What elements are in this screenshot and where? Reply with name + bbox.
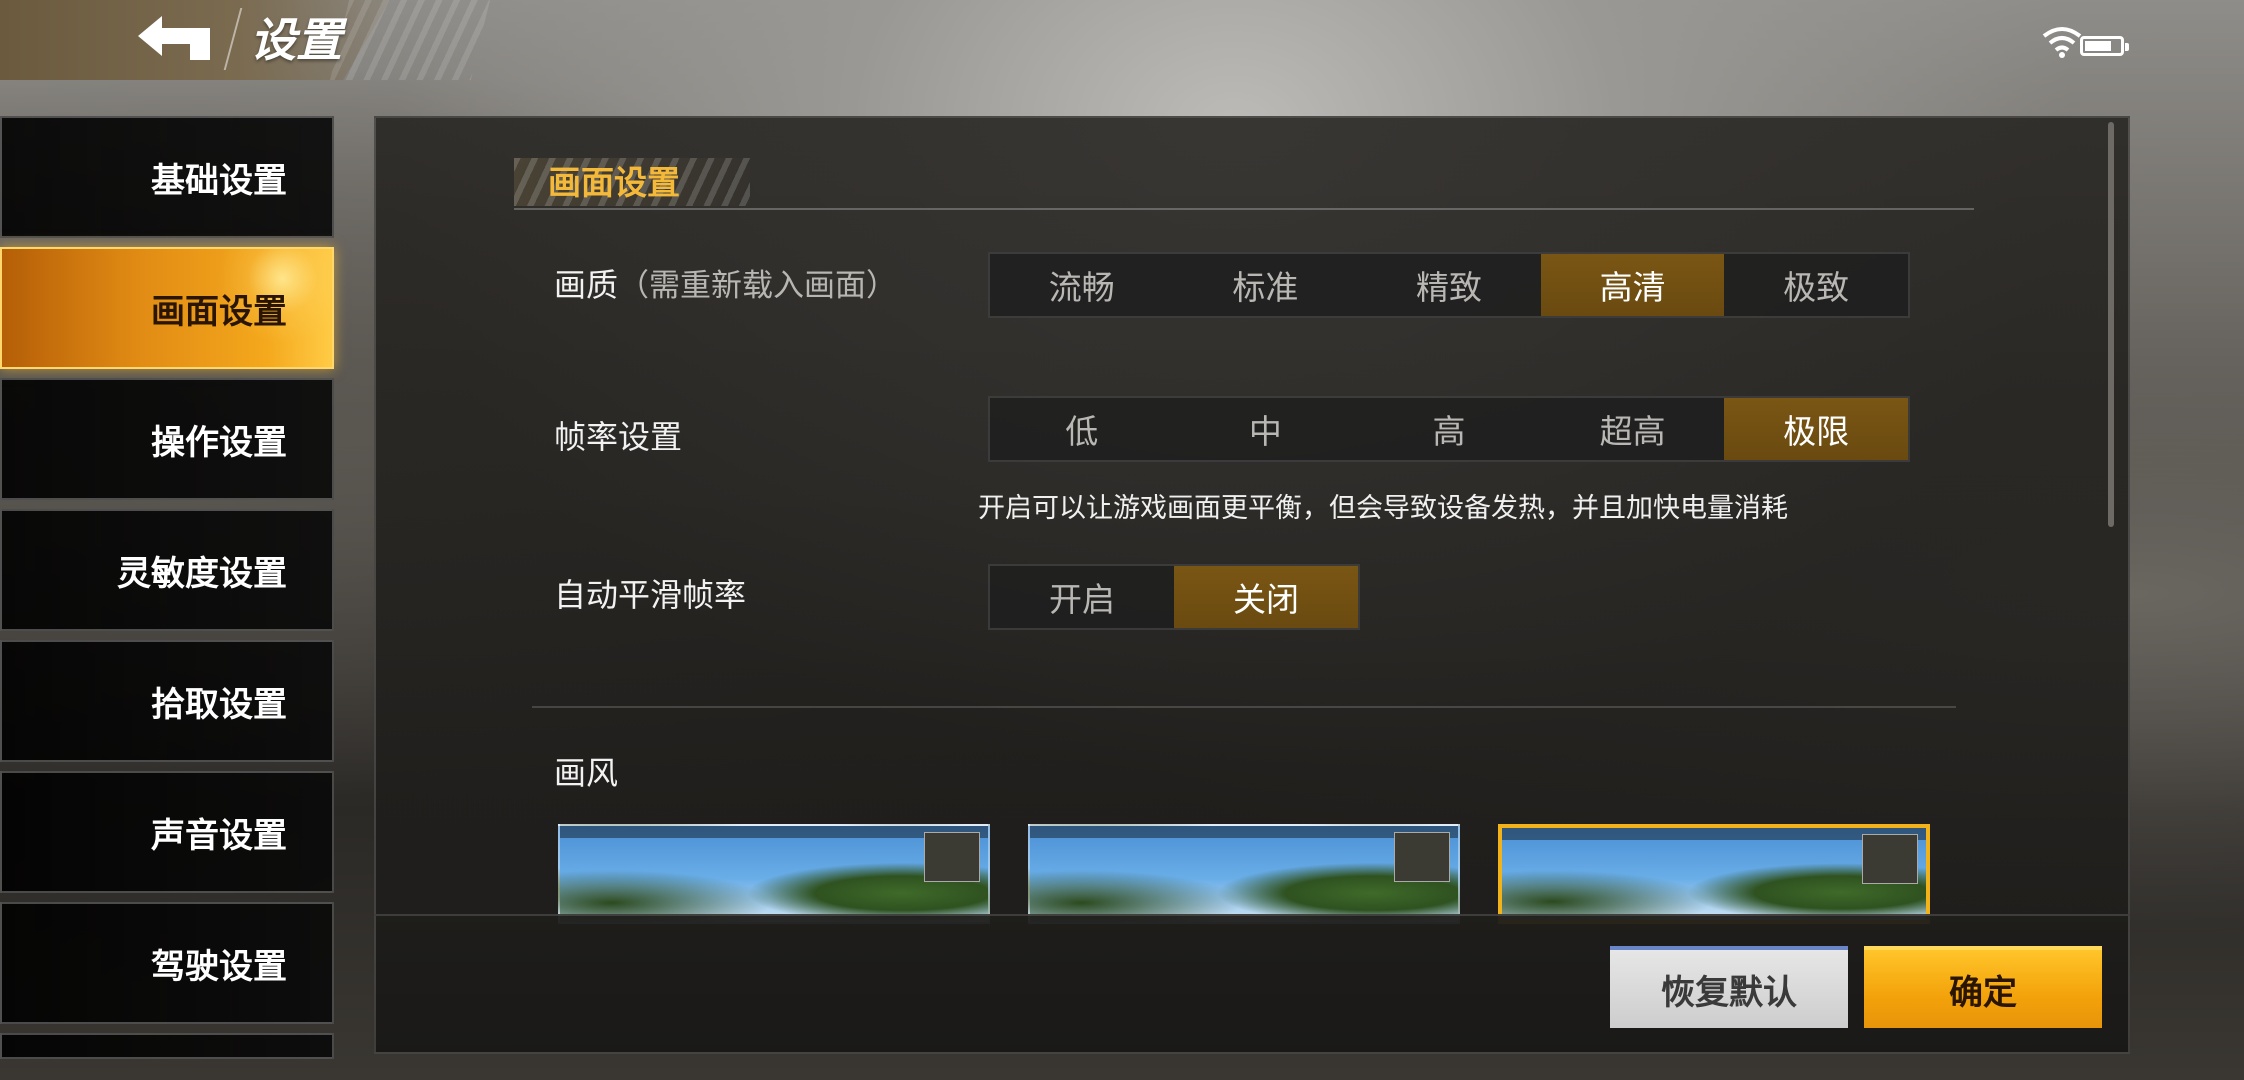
quality-option[interactable]: 标准 <box>1174 254 1358 316</box>
section-underline <box>514 208 1974 210</box>
smooth-option-on[interactable]: 开启 <box>990 566 1174 628</box>
framerate-option[interactable]: 高 <box>1357 398 1541 460</box>
sidebar-item-pickup[interactable]: 拾取设置 <box>0 640 334 762</box>
title-stripes <box>330 0 490 80</box>
framerate-option[interactable]: 中 <box>1174 398 1358 460</box>
style-thumbnail-1[interactable] <box>558 824 990 924</box>
smooth-label: 自动平滑帧率 <box>554 576 747 614</box>
sidebar-item-basic[interactable]: 基础设置 <box>0 116 334 238</box>
status-bar <box>1984 26 2244 66</box>
smooth-toggle: 开启 关闭 <box>988 564 1360 630</box>
quality-label: 画质（需重新载入画面） <box>554 260 897 306</box>
thumbnail-minimap <box>1862 834 1918 884</box>
thumbnail-minimap <box>1394 832 1450 882</box>
style-thumbnail-3-selected[interactable] <box>1498 824 1930 924</box>
sidebar-item-label: 灵敏度设置 <box>117 553 287 594</box>
section-title: 画面设置 <box>548 163 680 202</box>
wifi-icon <box>2042 27 2082 58</box>
sidebar-item-label: 拾取设置 <box>151 684 287 725</box>
framerate-option[interactable]: 超高 <box>1541 398 1725 460</box>
sidebar-item-label: 声音设置 <box>151 815 287 856</box>
framerate-label: 帧率设置 <box>554 418 683 456</box>
thumbnail-minimap <box>924 832 980 882</box>
page-title: 设置 <box>250 13 342 67</box>
quality-option-selected[interactable]: 高清 <box>1540 254 1725 316</box>
quality-label-text: 画质 <box>554 266 619 304</box>
battery-icon <box>2080 36 2129 56</box>
sidebar-item-graphics[interactable]: 画面设置 <box>0 247 334 369</box>
sidebar-item-sensitivity[interactable]: 灵敏度设置 <box>0 509 334 631</box>
framerate-selector: 低 中 高 超高 极限 <box>988 396 1910 462</box>
quality-option[interactable]: 精致 <box>1357 254 1541 316</box>
quality-option[interactable]: 极致 <box>1724 254 1908 316</box>
sidebar-item-label: 操作设置 <box>151 422 287 463</box>
sidebar-item-label: 驾驶设置 <box>151 946 287 987</box>
quality-selector: 流畅 标准 精致 高清 极致 <box>988 252 1910 318</box>
footer-bar: 恢复默认 确定 <box>374 914 2130 1054</box>
style-thumbnail-2[interactable] <box>1028 824 1460 924</box>
settings-sidebar: 基础设置 画面设置 操作设置 灵敏度设置 拾取设置 声音设置 驾驶设置 <box>0 116 336 1059</box>
section-divider <box>532 706 1956 708</box>
battery-level <box>2085 41 2111 51</box>
sidebar-item-driving[interactable]: 驾驶设置 <box>0 902 334 1024</box>
sidebar-item-label: 基础设置 <box>151 160 287 201</box>
sidebar-item-sound[interactable]: 声音设置 <box>0 771 334 893</box>
top-bar: 设置 <box>0 0 2244 80</box>
framerate-option[interactable]: 低 <box>990 398 1174 460</box>
scrollbar[interactable] <box>2108 122 2114 527</box>
sidebar-item-label: 画面设置 <box>151 291 287 332</box>
confirm-button[interactable]: 确定 <box>1864 946 2102 1028</box>
framerate-option-selected[interactable]: 极限 <box>1724 398 1908 460</box>
reset-default-button[interactable]: 恢复默认 <box>1610 946 1848 1028</box>
quality-note: （需重新载入画面） <box>618 268 898 304</box>
sidebar-item-controls[interactable]: 操作设置 <box>0 378 334 500</box>
back-arrow-icon <box>138 16 210 60</box>
smooth-option-off[interactable]: 关闭 <box>1174 566 1358 628</box>
framerate-hint: 开启可以让游戏画面更平衡，但会导致设备发热，并且加快电量消耗 <box>978 493 1788 524</box>
section-header: 画面设置 <box>514 158 1974 210</box>
sidebar-item-more[interactable] <box>0 1033 334 1059</box>
back-button[interactable] <box>126 8 222 70</box>
style-label: 画风 <box>554 754 619 792</box>
quality-option[interactable]: 流畅 <box>990 254 1174 316</box>
